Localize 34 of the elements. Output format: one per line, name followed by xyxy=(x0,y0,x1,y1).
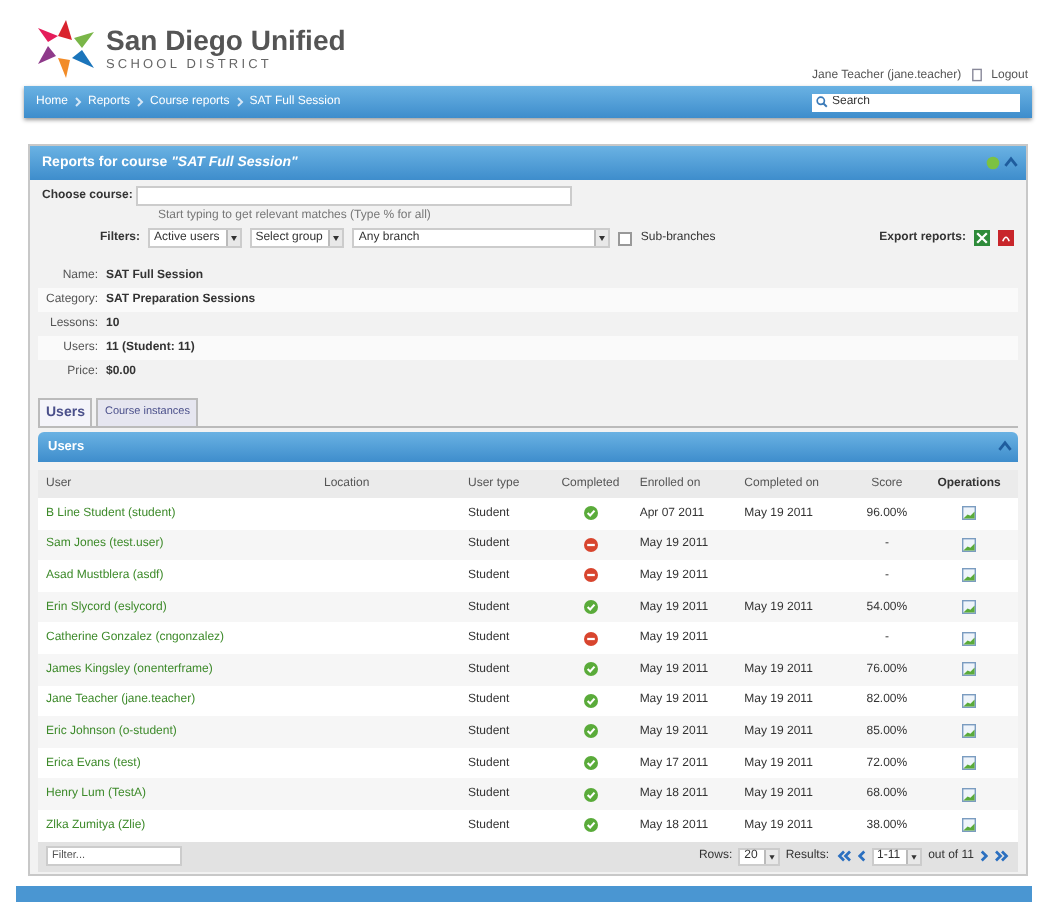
chart-icon[interactable] xyxy=(962,662,977,677)
chart-icon[interactable] xyxy=(962,600,977,615)
star-logo-icon xyxy=(34,16,98,80)
chart-icon[interactable] xyxy=(962,537,977,552)
previous-page-icon[interactable] xyxy=(857,850,865,863)
door-icon[interactable] xyxy=(969,68,984,82)
chevron-icon xyxy=(136,96,145,108)
chart-icon[interactable] xyxy=(962,756,977,770)
course-field[interactable] xyxy=(136,186,573,206)
chart-icon[interactable] xyxy=(962,693,977,708)
chevron-icon xyxy=(74,96,83,108)
collapse-icon[interactable] xyxy=(998,440,1012,454)
last-page-icon[interactable] xyxy=(994,850,1010,863)
dropdown-arrow-icon xyxy=(328,230,343,246)
chart-icon[interactable] xyxy=(962,724,977,739)
district-name: San Diego Unified xyxy=(106,24,346,56)
next-page-icon[interactable] xyxy=(980,850,988,863)
chart-icon[interactable] xyxy=(962,631,977,646)
chart-icon[interactable] xyxy=(962,506,977,521)
collapse-icon[interactable] xyxy=(1004,156,1018,170)
add-icon[interactable] xyxy=(986,156,1000,170)
chevron-icon xyxy=(235,96,244,108)
search-icon xyxy=(816,96,828,108)
chart-icon[interactable] xyxy=(962,818,977,833)
sub-branches-checkbox[interactable] xyxy=(618,231,633,245)
spreadsheet-icon[interactable] xyxy=(974,230,990,246)
dropdown-arrow-icon xyxy=(906,849,921,864)
chart-icon[interactable] xyxy=(962,787,977,802)
dropdown-arrow-icon xyxy=(225,230,240,246)
dropdown-arrow-icon xyxy=(763,849,778,864)
dropdown-arrow-icon xyxy=(594,230,609,246)
chart-icon[interactable] xyxy=(962,568,977,583)
first-page-icon[interactable] xyxy=(835,850,851,863)
pdf-icon[interactable] xyxy=(998,230,1014,246)
